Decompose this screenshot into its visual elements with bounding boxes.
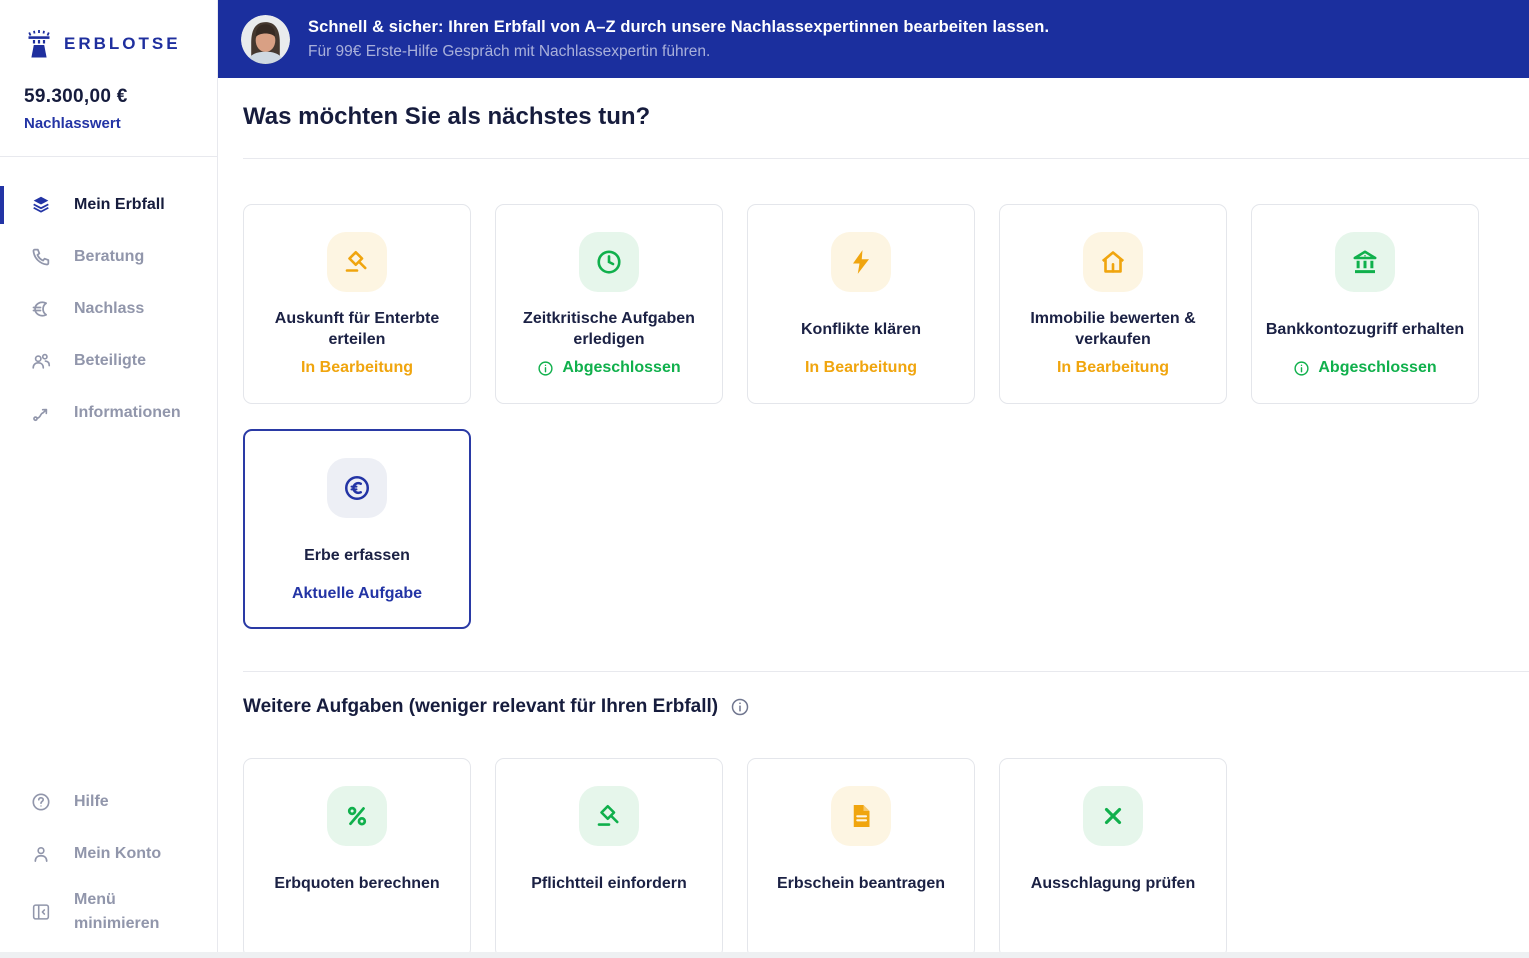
sidebar-divider [0, 156, 217, 157]
task-title: Zeitkritische Aufgaben erledigen [523, 310, 695, 348]
expert-banner[interactable]: Schnell & sicher: Ihren Erbfall von A–Z … [218, 0, 1529, 78]
phone-icon [32, 248, 50, 266]
task-title: Pflichtteil einfordern [531, 874, 687, 892]
task-title: Erbquoten berechnen [274, 874, 440, 892]
task-grid: Auskunft für Enterbte erteilen In Bearbe… [243, 204, 1529, 404]
clock-icon [579, 232, 639, 292]
euro-icon [32, 301, 47, 317]
sidebar-item-label: Informationen [74, 404, 181, 421]
sidebar-item-menue-minimieren[interactable]: Menü minimieren [0, 880, 217, 944]
task-title: Auskunft für Enterbte erteilen [274, 310, 440, 348]
estate-value-label: Nachlasswert [24, 115, 121, 132]
secondary-task-grid: Erbquoten berechnen Pflichtteil einforde… [243, 758, 1529, 958]
sidebar-item-label: Nachlass [74, 300, 145, 317]
banner-subline: Für 99€ Erste-Hilfe Gespräch mit Nachlas… [308, 42, 711, 60]
layers-icon [33, 196, 49, 213]
sidebar: ERBLOTSE 59.300,00 € Nachlasswert Mein E… [0, 0, 218, 958]
task-card-zeitkritische[interactable]: Zeitkritische Aufgaben erledigen Abgesch… [495, 204, 723, 404]
task-status: Abgeschlossen [537, 359, 681, 377]
task-card-immobilie[interactable]: Immobilie bewerten & verkaufen In Bearbe… [999, 204, 1227, 404]
sidebar-footer: Hilfe Mein Konto Menü minimieren [0, 776, 217, 958]
task-card-erbschein[interactable]: Erbschein beantragen [747, 758, 975, 958]
sidebar-item-hilfe[interactable]: Hilfe [0, 776, 217, 828]
task-card-pflichtteil[interactable]: Pflichtteil einfordern [495, 758, 723, 958]
sidebar-item-informationen[interactable]: Informationen [0, 387, 217, 439]
task-title: Bankkontozugriff erhalten [1265, 320, 1465, 338]
home-icon [1083, 232, 1143, 292]
sidebar-item-beteiligte[interactable]: Beteiligte [0, 335, 217, 387]
estate-value: 59.300,00 € [24, 86, 128, 107]
sidebar-item-label: Menü minimieren [74, 891, 160, 932]
task-status: In Bearbeitung [1056, 359, 1169, 376]
bank-icon [1335, 232, 1395, 292]
sidebar-item-beratung[interactable]: Beratung [0, 231, 217, 283]
info-circle-icon [1294, 360, 1309, 376]
sidebar-item-label: Beratung [74, 248, 145, 265]
logo[interactable]: ERBLOTSE [0, 28, 217, 60]
page-title: Was möchten Sie als nächstes tun? [243, 103, 651, 130]
percent-icon [327, 786, 387, 846]
content: Was möchten Sie als nächstes tun? Auskun… [218, 78, 1529, 958]
app-root: ERBLOTSE 59.300,00 € Nachlasswert Mein E… [0, 0, 1529, 958]
people-icon [32, 353, 51, 369]
sidebar-item-label: Mein Konto [74, 845, 162, 862]
task-card-auskunft[interactable]: Auskunft für Enterbte erteilen In Bearbe… [243, 204, 471, 404]
lighthouse-icon [28, 30, 50, 58]
main-area: Schnell & sicher: Ihren Erbfall von A–Z … [218, 0, 1529, 958]
gavel-icon [579, 786, 639, 846]
task-status: Aktuelle Aufgabe [291, 585, 423, 602]
task-title: Ausschlagung prüfen [1030, 874, 1196, 892]
logo-wordmark: ERBLOTSE [64, 34, 181, 53]
sidebar-item-label: Beteiligte [74, 352, 147, 369]
route-icon [33, 408, 48, 422]
task-card-ausschlagung[interactable]: Ausschlagung prüfen [999, 758, 1227, 958]
task-status: In Bearbeitung [804, 359, 917, 376]
help-circle-icon [32, 793, 50, 811]
collapse-menu-icon [32, 904, 50, 920]
info-circle-icon [538, 360, 553, 376]
task-card-konflikte[interactable]: Konflikte klären In Bearbeitung [747, 204, 975, 404]
gavel-icon [327, 232, 387, 292]
task-title: Konflikte klären [800, 320, 922, 338]
sidebar-item-label: Mein Erbfall [74, 196, 165, 213]
task-title: Immobilie bewerten & verkaufen [1030, 310, 1196, 348]
x-icon [1083, 786, 1143, 846]
user-icon [34, 846, 48, 862]
task-title: Erbe erfassen [304, 546, 410, 564]
banner-headline: Schnell & sicher: Ihren Erbfall von A–Z … [308, 17, 1050, 36]
euro-circle-icon [327, 458, 387, 518]
task-status: Abgeschlossen [1293, 359, 1437, 377]
sidebar-item-mein-erbfall[interactable]: Mein Erbfall [0, 179, 217, 231]
secondary-section-title: Weitere Aufgaben (weniger relevant für I… [243, 696, 719, 717]
task-card-erbe-erfassen[interactable]: Erbe erfassen Aktuelle Aufgabe [243, 429, 471, 629]
info-circle-icon[interactable] [730, 697, 750, 717]
sidebar-nav: Mein Erbfall Beratung Nachlass Beteiligt… [0, 179, 217, 439]
task-card-erbquoten[interactable]: Erbquoten berechnen [243, 758, 471, 958]
task-title: Erbschein beantragen [776, 874, 946, 892]
bolt-icon [831, 232, 891, 292]
banner-text: Schnell & sicher: Ihren Erbfall von A–Z … [308, 18, 1049, 61]
sidebar-item-mein-konto[interactable]: Mein Konto [0, 828, 217, 880]
sidebar-item-nachlass[interactable]: Nachlass [0, 283, 217, 335]
task-status: In Bearbeitung [300, 359, 413, 376]
secondary-heading-row: Weitere Aufgaben (weniger relevant für I… [243, 696, 1529, 718]
sidebar-item-label: Hilfe [74, 793, 109, 810]
section-divider [243, 671, 1529, 672]
expert-avatar [241, 14, 290, 64]
document-icon [831, 786, 891, 846]
task-card-bankkonto[interactable]: Bankkontozugriff erhalten Abgeschlossen [1251, 204, 1479, 404]
section-divider [243, 158, 1529, 159]
horizontal-scrollbar-track[interactable] [0, 952, 1529, 958]
